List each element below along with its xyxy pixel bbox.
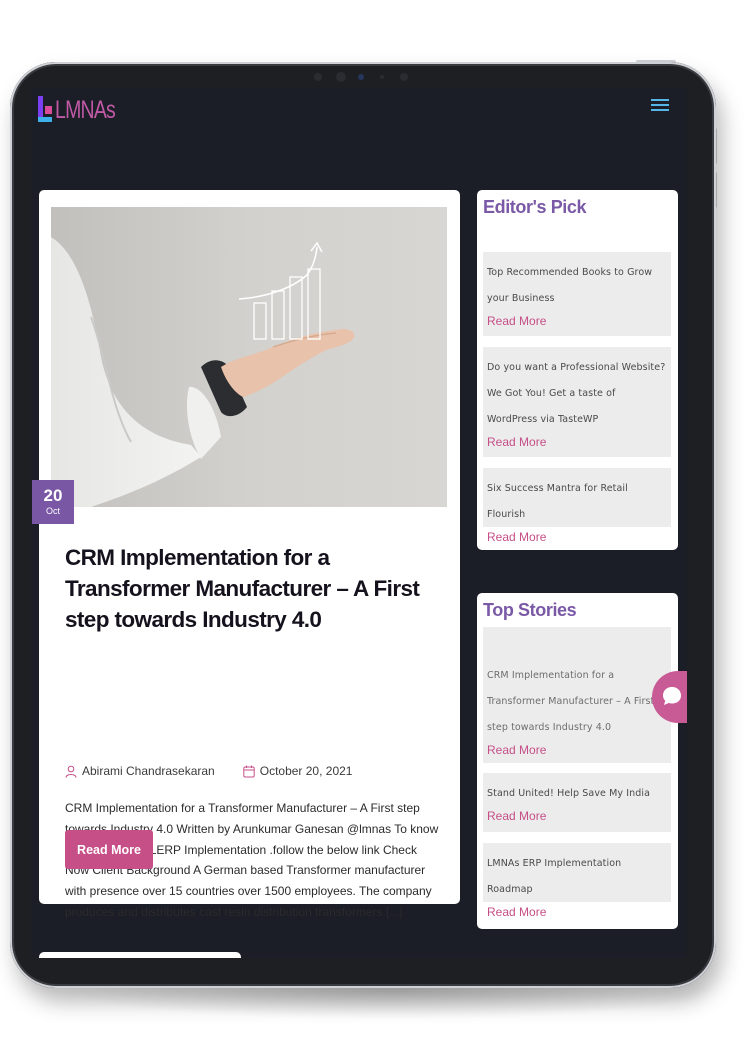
hand-chart-illustration (51, 207, 447, 507)
read-more-link[interactable]: Read More (487, 741, 546, 759)
list-item: CRM Implementation for a Transformer Man… (483, 627, 671, 763)
camera-bar (306, 68, 426, 86)
top-story-item-title[interactable]: LMNAs ERP Implementation Roadmap (487, 851, 667, 903)
list-item: Top Recommended Books to Grow your Busin… (483, 252, 671, 336)
read-more-link[interactable]: Read More (487, 903, 546, 921)
site-logo[interactable]: LMNAs (37, 94, 132, 126)
widget-title: Editor's Pick (483, 197, 587, 217)
post-title[interactable]: CRM Implementation for a Transformer Man… (65, 542, 445, 635)
post-date[interactable]: October 20, 2021 (260, 764, 353, 778)
post-meta: Abirami Chandrasekaran October 20, 2021 (65, 764, 352, 778)
logo-mark-icon (37, 94, 53, 126)
read-more-link[interactable]: Read More (487, 528, 546, 546)
chat-icon (663, 687, 681, 705)
top-stories-widget: Top Stories CRM Implementation for a Tra… (477, 593, 678, 929)
widget-title: Top Stories (483, 600, 577, 620)
user-icon (65, 765, 77, 778)
calendar-icon (243, 765, 255, 777)
list-item: LMNAs ERP Implementation Roadmap Read Mo… (483, 843, 671, 919)
post-date-badge: 20 Oct (32, 480, 74, 524)
logo-text: LMNAs (55, 95, 116, 124)
read-more-link[interactable]: Read More (487, 433, 546, 451)
date-badge-month: Oct (45, 506, 60, 516)
editors-pick-item-title[interactable]: Do you want a Professional Website? We G… (487, 355, 667, 433)
editors-pick-item-title[interactable]: Six Success Mantra for Retail Flourish (487, 476, 667, 528)
top-story-item-title[interactable]: Stand United! Help Save My India (487, 781, 667, 807)
read-more-link[interactable]: Read More (487, 807, 546, 825)
editors-pick-item-title[interactable]: Top Recommended Books to Grow your Busin… (487, 260, 667, 312)
post-author[interactable]: Abirami Chandrasekaran (82, 764, 215, 778)
post-featured-image[interactable] (51, 207, 447, 507)
date-badge-day: 20 (43, 486, 63, 505)
editors-pick-widget: Editor's Pick Top Recommended Books to G… (477, 190, 678, 550)
next-post-card (39, 952, 241, 958)
list-item: Stand United! Help Save My India Read Mo… (483, 773, 671, 832)
read-more-button[interactable]: Read More (65, 830, 153, 869)
browser-screen: LMNAs 20 Oct CRM Implementation for a Tr… (31, 88, 687, 958)
top-story-item-title[interactable]: CRM Implementation for a Transformer Man… (487, 635, 667, 741)
post-card: 20 Oct CRM Implementation for a Transfor… (32, 190, 460, 919)
list-item: Do you want a Professional Website? We G… (483, 347, 671, 457)
read-more-link[interactable]: Read More (487, 312, 546, 330)
camera-lens-icon (358, 74, 364, 80)
list-item: Six Success Mantra for Retail Flourish R… (483, 468, 671, 544)
hamburger-menu-icon[interactable] (651, 98, 671, 112)
